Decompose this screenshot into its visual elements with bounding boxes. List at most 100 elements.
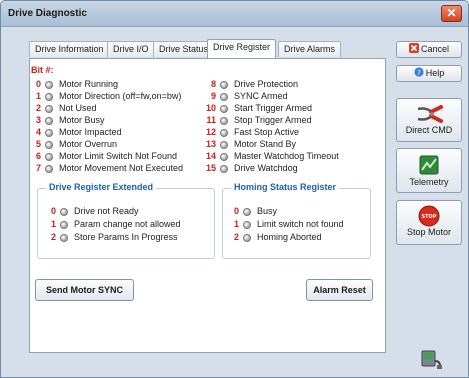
register-bit-row: 11 Stop Trigger Armed — [206, 115, 384, 126]
bit-label: Motor Movement Not Executed — [59, 163, 184, 173]
status-led-icon — [220, 153, 228, 161]
register-bit-row: 9 SYNC Armed — [206, 91, 384, 102]
bit-label: Motor Impacted — [59, 127, 122, 137]
stop-sign-icon: STOP — [418, 205, 440, 227]
button-label: Alarm Reset — [313, 285, 366, 295]
cancel-button[interactable]: Cancel — [396, 41, 462, 58]
bit-number: 3 — [35, 115, 41, 125]
group-title: Drive Register Extended — [46, 182, 157, 192]
status-led-icon — [45, 105, 53, 113]
status-led-icon — [243, 208, 251, 216]
bit-number: 2 — [50, 232, 56, 242]
status-led-icon — [220, 165, 228, 173]
stop-sign-text: STOP — [422, 214, 437, 220]
status-led-icon — [220, 93, 228, 101]
extended-bit-row: 1 Param change not allowed — [46, 219, 211, 230]
register-bit-row: 3 Motor Busy — [31, 115, 201, 126]
help-label: Help — [425, 68, 445, 78]
bit-label: Homing Aborted — [257, 232, 322, 242]
bit-label: Motor Busy — [59, 115, 105, 125]
bit-label: Fast Stop Active — [234, 127, 300, 137]
register-bit-row: 6 Motor Limit Switch Not Found — [31, 151, 201, 162]
bit-number: 2 — [35, 103, 41, 113]
tab-drive-information[interactable]: Drive Information — [29, 41, 110, 57]
status-led-icon — [45, 93, 53, 101]
telemetry-icon — [417, 153, 441, 177]
tab-drive-status[interactable]: Drive Status — [153, 41, 215, 57]
tab-drive-alarms[interactable]: Drive Alarms — [278, 41, 342, 57]
status-led-icon — [45, 153, 53, 161]
bit-number: 2 — [233, 232, 239, 242]
bit-number: 7 — [35, 163, 41, 173]
close-button[interactable]: ✕ — [441, 5, 462, 22]
telemetry-button[interactable]: Telemetry — [396, 148, 462, 193]
homing-bit-row: 2 Homing Aborted — [229, 232, 369, 243]
connection-status-icon — [419, 347, 443, 371]
bit-label: Param change not allowed — [74, 219, 181, 229]
bit-label: Drive Protection — [234, 79, 299, 89]
help-button[interactable]: ? Help — [396, 65, 462, 82]
bit-label: Master Watchdog Timeout — [234, 151, 339, 161]
tab-label: Drive Information — [35, 44, 104, 54]
alarm-reset-button[interactable]: Alarm Reset — [306, 279, 373, 301]
register-bit-row: 5 Motor Overrun — [31, 139, 201, 150]
status-led-icon — [220, 105, 228, 113]
bit-number: 0 — [35, 79, 41, 89]
status-led-icon — [243, 234, 251, 242]
extended-bit-row: 0 Drive not Ready — [46, 206, 211, 217]
bit-label: Start Trigger Armed — [234, 103, 313, 113]
bit-label: Busy — [257, 206, 278, 216]
pliers-icon — [415, 103, 443, 125]
bit-label: Motor Running — [59, 79, 119, 89]
bit-number: 10 — [206, 103, 217, 113]
bit-label: Store Params In Progress — [74, 232, 178, 242]
bit-number: 11 — [206, 115, 216, 125]
bit-label: SYNC Armed — [234, 91, 288, 101]
bit-label: Not Used — [59, 103, 97, 113]
bit-number: 14 — [206, 151, 217, 161]
send-motor-sync-button[interactable]: Send Motor SYNC — [35, 279, 134, 301]
button-label: Send Motor SYNC — [45, 285, 123, 295]
register-bit-row: 10 Start Trigger Armed — [206, 103, 384, 114]
cancel-label: Cancel — [420, 44, 449, 54]
status-led-icon — [45, 165, 53, 173]
register-bit-row: 7 Motor Movement Not Executed — [31, 163, 201, 174]
register-bit-row: 1 Motor Direction (off=fw,on=bw) — [31, 91, 201, 102]
bit-number: 12 — [206, 127, 217, 137]
help-icon: ? — [414, 67, 424, 77]
register-bit-row: 12 Fast Stop Active — [206, 127, 384, 138]
register-bit-row: 2 Not Used — [31, 103, 201, 114]
bit-number: 8 — [210, 79, 216, 89]
tab-drive-io[interactable]: Drive I/O — [107, 41, 155, 57]
stop-motor-button[interactable]: STOP Stop Motor — [396, 200, 462, 245]
bit-number: 0 — [233, 206, 239, 216]
direct-cmd-button[interactable]: Direct CMD — [396, 98, 462, 142]
tab-label: Drive Status — [159, 44, 209, 54]
register-bit-row: 0 Motor Running — [31, 79, 201, 90]
register-bit-row: 15 Drive Watchdog — [206, 163, 384, 174]
status-led-icon — [60, 221, 68, 229]
bit-label: Motor Limit Switch Not Found — [59, 151, 178, 161]
homing-bit-row: 1 Limit switch not found — [229, 219, 369, 230]
title-bar: Drive Diagnostic ✕ — [1, 1, 468, 27]
bit-label: Drive not Ready — [74, 206, 139, 216]
extended-bit-row: 2 Store Params In Progress — [46, 232, 211, 243]
bit-label: Motor Overrun — [59, 139, 118, 149]
close-icon: ✕ — [446, 6, 457, 20]
tab-drive-register[interactable]: Drive Register — [207, 39, 277, 58]
bit-number: 1 — [50, 219, 56, 229]
drive-diagnostic-window: Drive Diagnostic ✕ Drive Information Dri… — [0, 0, 469, 378]
bit-number: 1 — [35, 91, 41, 101]
window-title: Drive Diagnostic — [8, 8, 87, 19]
bit-number: 0 — [50, 206, 56, 216]
svg-text:?: ? — [417, 69, 421, 77]
homing-bit-row: 0 Busy — [229, 206, 369, 217]
stop-motor-label: Stop Motor — [406, 227, 452, 237]
bit-label: Motor Stand By — [234, 139, 297, 149]
status-led-icon — [45, 141, 53, 149]
status-led-icon — [220, 141, 228, 149]
bit-label: Stop Trigger Armed — [234, 115, 312, 125]
status-led-icon — [45, 81, 53, 89]
status-led-icon — [45, 117, 53, 125]
register-bit-row: 14 Master Watchdog Timeout — [206, 151, 384, 162]
